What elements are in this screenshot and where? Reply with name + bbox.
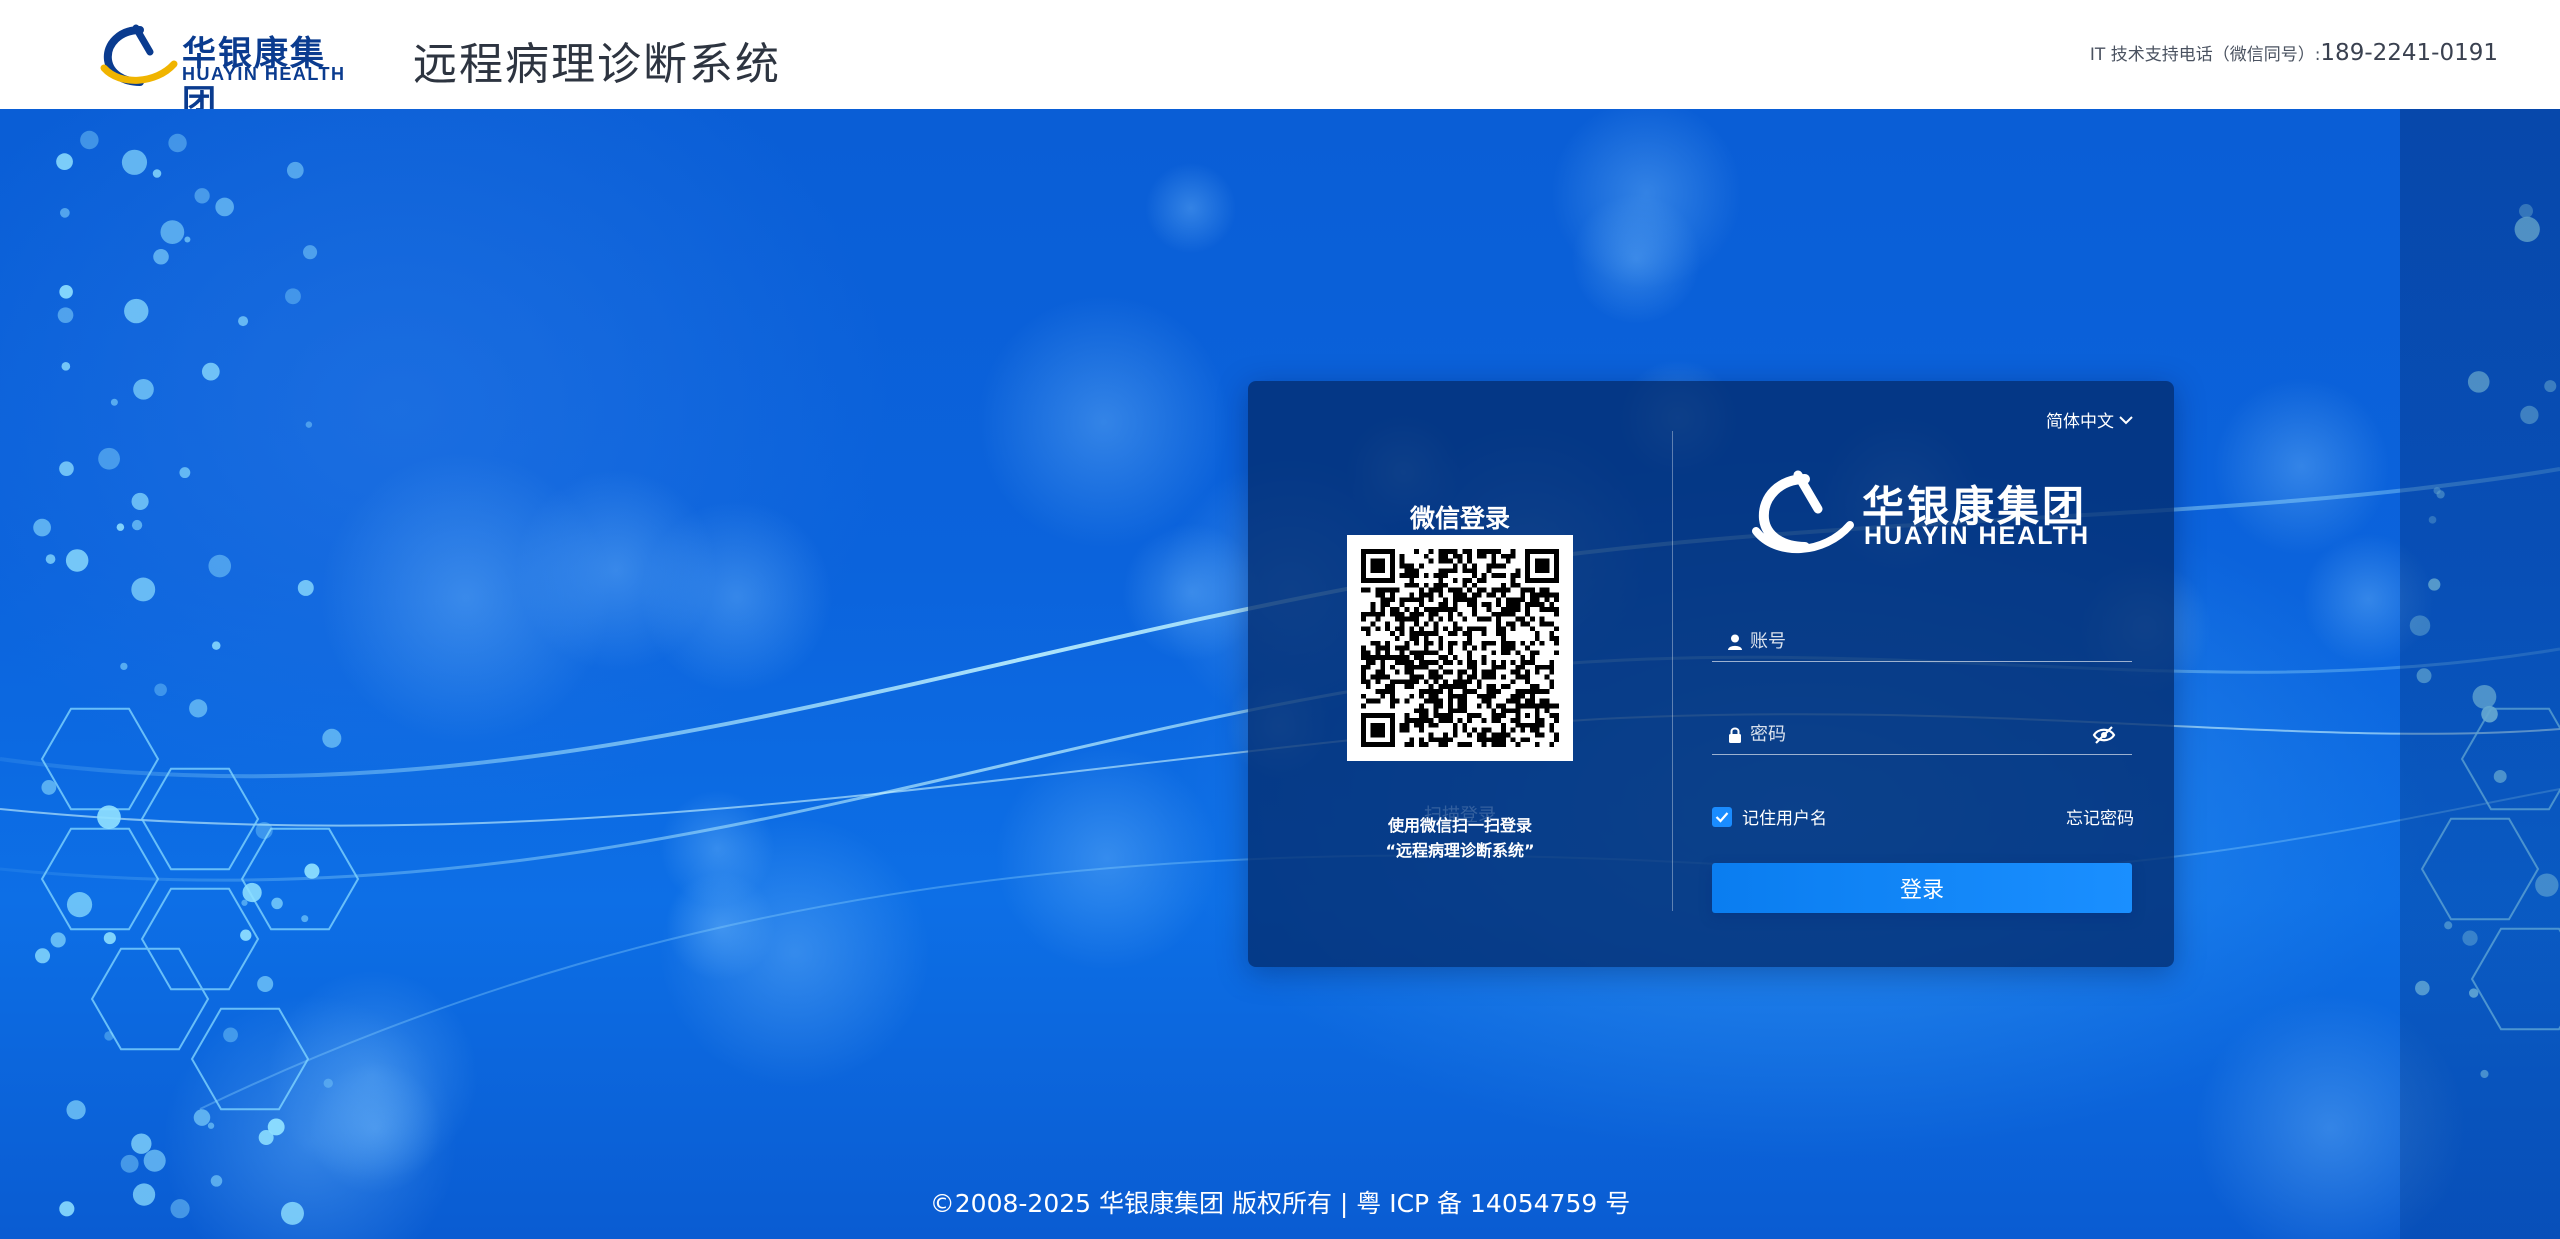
support-phone: 189-2241-0191 [2320, 40, 2498, 66]
account-input[interactable] [1750, 631, 2132, 652]
remember-label: 记住用户名 [1742, 809, 1827, 829]
language-label: 简体中文 [2046, 412, 2114, 432]
footer-copyright: ©2008-2025 华银康集团 版权所有 | 粤 ICP 备 14054759… [929, 1189, 1631, 1218]
check-icon [1715, 811, 1729, 823]
qr-hint: 使用微信扫一扫登录 “远程病理诊断系统” [1248, 813, 1672, 863]
remember-username[interactable]: 记住用户名 [1712, 804, 1827, 829]
huayin-logo-icon [100, 24, 178, 86]
wechat-login-title: 微信登录 [1409, 504, 1510, 533]
password-field [1712, 715, 2132, 755]
qr-hint-line-1: 使用微信扫一扫登录 [1387, 816, 1532, 835]
top-header: 华银康集团 HUAYIN HEALTH 远程病理诊断系统 IT 技术支持电话（微… [0, 0, 2560, 123]
account-field [1712, 622, 2132, 662]
card-divider [1672, 431, 1673, 911]
page-title: 远程病理诊断系统 [413, 39, 781, 90]
qr-code-icon [1361, 549, 1559, 747]
login-button[interactable]: 登录 [1712, 863, 2132, 913]
lock-icon [1729, 727, 1741, 743]
wechat-qr-code[interactable] [1347, 535, 1573, 761]
huayin-logo-icon [1752, 470, 1854, 554]
chevron-down-icon [2119, 415, 2133, 424]
login-card: 微信登录 扫描登录 使用微信扫一扫登录 “远程病理诊断系统” 简体中文 华银康集… [1248, 381, 2174, 967]
language-selector[interactable]: 简体中文 [2046, 407, 2134, 432]
form-logo: 华银康集团 HUAYIN HEALTH [1750, 469, 2095, 561]
header-logo: 华银康集团 HUAYIN HEALTH [100, 24, 360, 123]
user-icon [1728, 634, 1742, 650]
header-brand-en: HUAYIN HEALTH [182, 64, 346, 84]
forgot-password-link[interactable]: 忘记密码 [2066, 804, 2134, 829]
support-contact: IT 技术支持电话（微信同号）:189-2241-0191 [2090, 40, 2498, 66]
eye-off-icon[interactable] [2092, 725, 2116, 745]
password-input[interactable] [1750, 724, 2092, 745]
form-brand-en: HUAYIN HEALTH [1864, 522, 2091, 550]
remember-checkbox[interactable] [1712, 806, 1732, 827]
support-label: IT 技术支持电话（微信同号）: [2089, 45, 2321, 65]
qr-hint-line-2: “远程病理诊断系统” [1385, 841, 1535, 860]
right-edge-panel [2400, 109, 2560, 1239]
